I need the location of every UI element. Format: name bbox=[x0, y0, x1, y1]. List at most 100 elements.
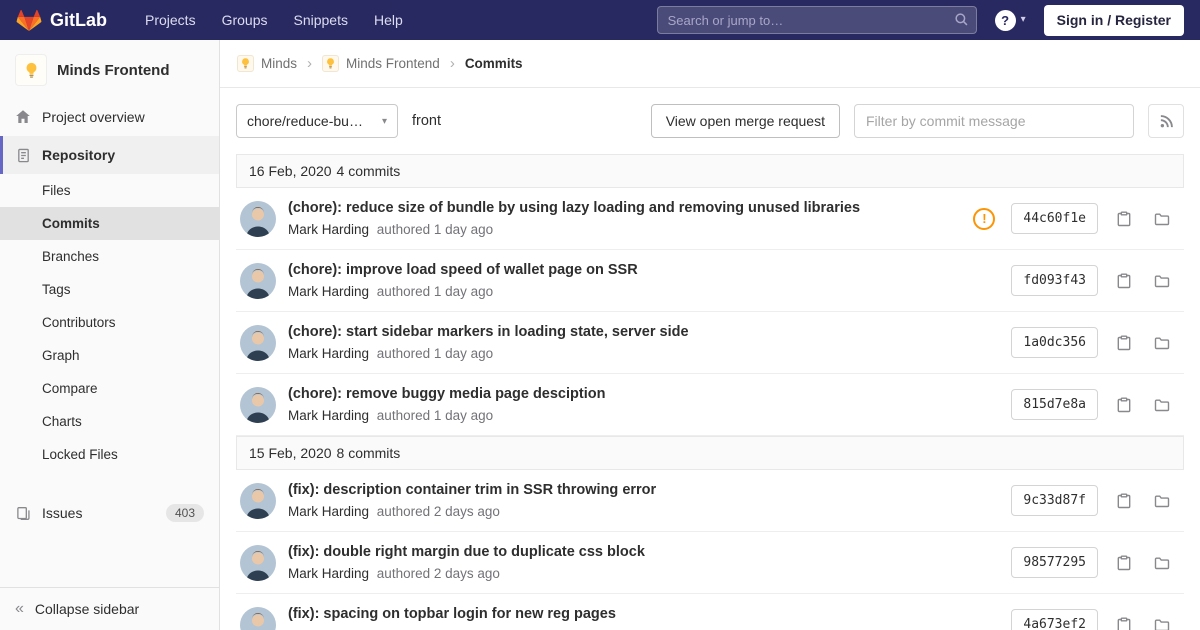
commit-sha-button[interactable]: 815d7e8a bbox=[1011, 389, 1098, 420]
copy-sha-button[interactable] bbox=[1112, 613, 1136, 630]
browse-files-button[interactable] bbox=[1150, 331, 1174, 355]
commit-author-link[interactable]: Mark Harding bbox=[288, 284, 369, 299]
commit-sha-button[interactable]: 44c60f1e bbox=[1011, 203, 1098, 234]
copy-sha-button[interactable] bbox=[1112, 207, 1136, 231]
commit-meta: Mark Harding authored 1 day ago bbox=[288, 222, 957, 237]
commit-sha-button[interactable]: 9c33d87f bbox=[1011, 485, 1098, 516]
sidebar-subitem-tags[interactable]: Tags bbox=[0, 273, 219, 306]
folder-icon bbox=[1154, 399, 1170, 411]
commit-sha-button[interactable]: 4a673ef2 bbox=[1011, 609, 1098, 630]
clipboard-icon bbox=[1117, 335, 1131, 350]
sidebar-subitem-contributors[interactable]: Contributors bbox=[0, 306, 219, 339]
repo-subitems: Files Commits Branches Tags Contributors Grap… bbox=[0, 174, 219, 471]
browse-files-button[interactable] bbox=[1150, 393, 1174, 417]
commit-sha-button[interactable]: 98577295 bbox=[1011, 547, 1098, 578]
commit-row: (chore): improve load speed of wallet pa… bbox=[236, 250, 1184, 312]
search-box bbox=[656, 6, 977, 34]
folder-icon bbox=[1154, 619, 1170, 630]
commit-sha-button[interactable]: fd093f43 bbox=[1011, 265, 1098, 296]
commit-row: (chore): remove buggy media page descipt… bbox=[236, 374, 1184, 436]
author-avatar[interactable] bbox=[240, 606, 276, 630]
clipboard-icon bbox=[1117, 493, 1131, 508]
commit-sha-button[interactable]: 1a0dc356 bbox=[1011, 327, 1098, 358]
nav-item-projects[interactable]: Projects bbox=[135, 6, 206, 34]
commit-title-link[interactable]: (chore): start sidebar markers in loadin… bbox=[288, 324, 995, 340]
nav-item-help[interactable]: Help bbox=[364, 6, 413, 34]
commit-title-link[interactable]: (chore): improve load speed of wallet pa… bbox=[288, 262, 995, 278]
commit-title-link[interactable]: (fix): spacing on topbar login for new r… bbox=[288, 606, 995, 622]
commits-feed-button[interactable] bbox=[1148, 104, 1184, 138]
author-avatar[interactable] bbox=[240, 544, 276, 581]
breadcrumb-item[interactable]: Minds bbox=[237, 55, 297, 72]
copy-sha-button[interactable] bbox=[1112, 393, 1136, 417]
sidebar-subitem-branches[interactable]: Branches bbox=[0, 240, 219, 273]
copy-sha-button[interactable] bbox=[1112, 331, 1136, 355]
collapse-sidebar-button[interactable]: « Collapse sidebar bbox=[0, 587, 219, 630]
breadcrumb-item[interactable]: Commits bbox=[465, 56, 523, 71]
clipboard-icon bbox=[1117, 397, 1131, 412]
view-merge-request-button[interactable]: View open merge request bbox=[650, 104, 840, 138]
commit-info: (fix): spacing on topbar login for new r… bbox=[288, 606, 995, 630]
clipboard-icon bbox=[1117, 211, 1131, 226]
commit-author-link[interactable]: Mark Harding bbox=[288, 408, 369, 423]
sidebar-subitem-files[interactable]: Files bbox=[0, 174, 219, 207]
nav-item-groups[interactable]: Groups bbox=[212, 6, 278, 34]
sidebar-subitem-commits[interactable]: Commits bbox=[0, 207, 219, 240]
help-menu[interactable]: ? ▾ bbox=[994, 9, 1026, 31]
sidebar-subitem-charts[interactable]: Charts bbox=[0, 405, 219, 438]
commit-filter-input[interactable] bbox=[854, 104, 1134, 138]
commit-actions: 9c33d87f bbox=[1011, 485, 1174, 516]
browse-files-button[interactable] bbox=[1150, 269, 1174, 293]
commit-author-link[interactable]: Mark Harding bbox=[288, 222, 369, 237]
commit-title-link[interactable]: (fix): description container trim in SSR… bbox=[288, 482, 995, 498]
author-avatar[interactable] bbox=[240, 324, 276, 361]
branch-dropdown[interactable]: chore/reduce-bu… ▾ bbox=[236, 104, 398, 138]
browse-files-button[interactable] bbox=[1150, 489, 1174, 513]
author-avatar[interactable] bbox=[240, 386, 276, 423]
commit-title-link[interactable]: (chore): reduce size of bundle by using … bbox=[288, 200, 957, 216]
author-avatar[interactable] bbox=[240, 262, 276, 299]
pipeline-warning-icon[interactable]: ! bbox=[973, 207, 996, 230]
commit-date: 16 Feb, 2020 bbox=[249, 163, 332, 179]
nav-menu: Projects Groups Snippets Help bbox=[135, 6, 413, 34]
sidebar-subitem-locked-files[interactable]: Locked Files bbox=[0, 438, 219, 471]
browse-files-button[interactable] bbox=[1150, 613, 1174, 630]
nav-item-snippets[interactable]: Snippets bbox=[284, 6, 358, 34]
commit-meta: Mark Harding authored 1 day ago bbox=[288, 284, 995, 299]
commit-count: 8 commits bbox=[336, 445, 401, 461]
search-input[interactable] bbox=[656, 6, 977, 34]
commit-actions: 815d7e8a bbox=[1011, 389, 1174, 420]
commit-title-link[interactable]: (fix): double right margin due to duplic… bbox=[288, 544, 995, 560]
copy-sha-button[interactable] bbox=[1112, 269, 1136, 293]
sidebar-subitem-graph[interactable]: Graph bbox=[0, 339, 219, 372]
commit-author-link[interactable]: Mark Harding bbox=[288, 346, 369, 361]
help-icon: ? bbox=[994, 9, 1016, 31]
commit-row: (fix): double right margin due to duplic… bbox=[236, 532, 1184, 594]
folder-icon bbox=[1154, 337, 1170, 349]
author-avatar[interactable] bbox=[240, 200, 276, 237]
sidebar-item-repository[interactable]: Repository bbox=[0, 136, 219, 174]
copy-sha-button[interactable] bbox=[1112, 489, 1136, 513]
commit-author-link[interactable]: Mark Harding bbox=[288, 504, 369, 519]
breadcrumb-item[interactable]: Minds Frontend bbox=[322, 55, 440, 72]
commit-row: (chore): reduce size of bundle by using … bbox=[236, 188, 1184, 250]
browse-files-button[interactable] bbox=[1150, 551, 1174, 575]
sidebar-subitem-compare[interactable]: Compare bbox=[0, 372, 219, 405]
commit-title-link[interactable]: (chore): remove buggy media page descipt… bbox=[288, 386, 995, 402]
author-avatar[interactable] bbox=[240, 482, 276, 519]
gitlab-logo[interactable]: GitLab bbox=[16, 8, 107, 33]
commit-info: (chore): remove buggy media page descipt… bbox=[288, 386, 995, 423]
breadcrumb-separator: › bbox=[449, 55, 455, 72]
sign-in-button[interactable]: Sign in / Register bbox=[1043, 4, 1184, 36]
issues-icon bbox=[15, 506, 31, 521]
sidebar-item-issues[interactable]: Issues 403 bbox=[0, 493, 219, 533]
commit-row: (fix): description container trim in SSR… bbox=[236, 470, 1184, 532]
copy-sha-button[interactable] bbox=[1112, 551, 1136, 575]
sidebar-item-project-overview[interactable]: Project overview bbox=[0, 98, 219, 136]
commit-time: authored 2 days ago bbox=[376, 566, 500, 581]
browse-files-button[interactable] bbox=[1150, 207, 1174, 231]
chevron-down-icon: ▾ bbox=[1020, 14, 1026, 25]
commit-author-link[interactable]: Mark Harding bbox=[288, 566, 369, 581]
project-header[interactable]: Minds Frontend bbox=[0, 40, 219, 98]
repo-path: front bbox=[412, 113, 442, 129]
